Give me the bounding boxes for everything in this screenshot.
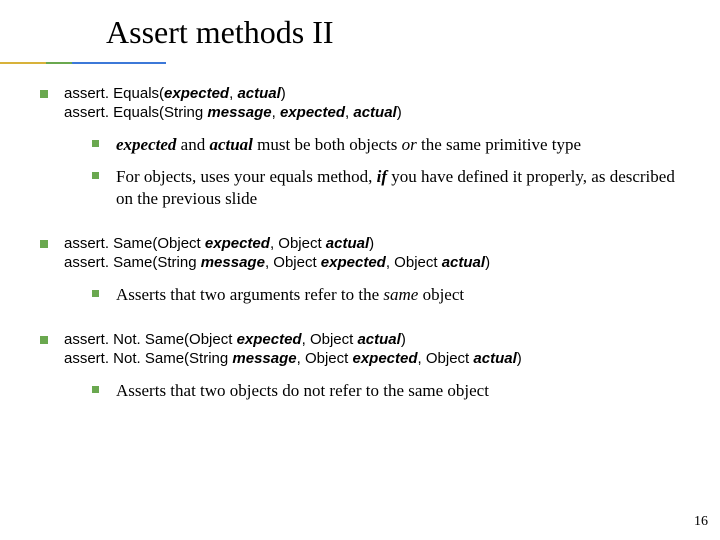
sub-bullets: Asserts that two arguments refer to the … [92,284,690,306]
t: assert. Equals( [64,85,164,102]
square-bullet-icon [40,240,48,248]
assert-not-same-sig-1: assert. Not. Same(Object expected, Objec… [64,330,690,349]
square-bullet-icon [92,140,99,147]
em-if: if [377,167,387,186]
sub-bullet-types: expected and actual must be both objects… [92,134,690,156]
bullet-assert-not-same: assert. Not. Same(Object expected, Objec… [40,330,690,402]
t: assert. Not. Same(String [64,350,232,367]
t: and [176,135,209,154]
page-number: 16 [694,514,708,530]
em-expected: expected [116,135,176,154]
assert-equals-sig-1: assert. Equals(expected, actual) [64,84,690,103]
arg-actual: actual [237,85,280,102]
arg-actual: actual [353,104,396,121]
sub-bullet-equals-method: For objects, uses your equals method, if… [92,166,690,210]
arg-actual: actual [326,235,369,252]
arg-expected: expected [352,350,417,367]
arg-expected: expected [237,331,302,348]
sub-bullet-same-object: Asserts that two arguments refer to the … [92,284,690,306]
t: the same primitive type [417,135,581,154]
em-or: or [402,135,417,154]
em-actual: actual [209,135,252,154]
t: , Object [302,331,358,348]
t: , Object [418,350,474,367]
slide-title: Assert methods II [106,14,334,51]
em-same: same [383,285,418,304]
t: For objects, uses your equals method, [116,167,377,186]
accent-bar [0,62,166,64]
assert-same-sig-1: assert. Same(Object expected, Object act… [64,234,690,253]
t: Asserts that two objects do not refer to… [116,381,489,400]
arg-expected: expected [280,104,345,121]
assert-not-same-sig-2: assert. Not. Same(String message, Object… [64,349,690,368]
t: Asserts that two arguments refer to the [116,285,383,304]
assert-same-sig-2: assert. Same(String message, Object expe… [64,253,690,272]
t: ) [369,235,374,252]
t: must be both objects [253,135,402,154]
t: ) [397,104,402,121]
arg-actual: actual [357,331,400,348]
arg-expected: expected [205,235,270,252]
slide: Assert methods II assert. Equals(expecte… [0,0,720,540]
t: , Object [265,254,321,271]
square-bullet-icon [40,90,48,98]
t: assert. Not. Same(Object [64,331,237,348]
arg-actual: actual [473,350,516,367]
t: ) [281,85,286,102]
t: ) [401,331,406,348]
square-bullet-icon [92,386,99,393]
square-bullet-icon [40,336,48,344]
sub-bullet-not-same-object: Asserts that two objects do not refer to… [92,380,690,402]
arg-expected: expected [164,85,229,102]
slide-content: assert. Equals(expected, actual) assert.… [40,84,690,412]
arg-message: message [207,104,271,121]
bullet-assert-equals: assert. Equals(expected, actual) assert.… [40,84,690,210]
t: ) [517,350,522,367]
sub-bullets: expected and actual must be both objects… [92,134,690,209]
square-bullet-icon [92,172,99,179]
sub-bullets: Asserts that two objects do not refer to… [92,380,690,402]
t: assert. Equals(String [64,104,207,121]
t: , Object [297,350,353,367]
square-bullet-icon [92,290,99,297]
arg-message: message [232,350,296,367]
t: assert. Same(String [64,254,201,271]
t: , [272,104,280,121]
t: ) [485,254,490,271]
bullet-assert-same: assert. Same(Object expected, Object act… [40,234,690,306]
t: object [418,285,464,304]
arg-actual: actual [442,254,485,271]
t: , Object [386,254,442,271]
arg-message: message [201,254,265,271]
arg-expected: expected [321,254,386,271]
assert-equals-sig-2: assert. Equals(String message, expected,… [64,103,690,122]
t: , Object [270,235,326,252]
t: assert. Same(Object [64,235,205,252]
